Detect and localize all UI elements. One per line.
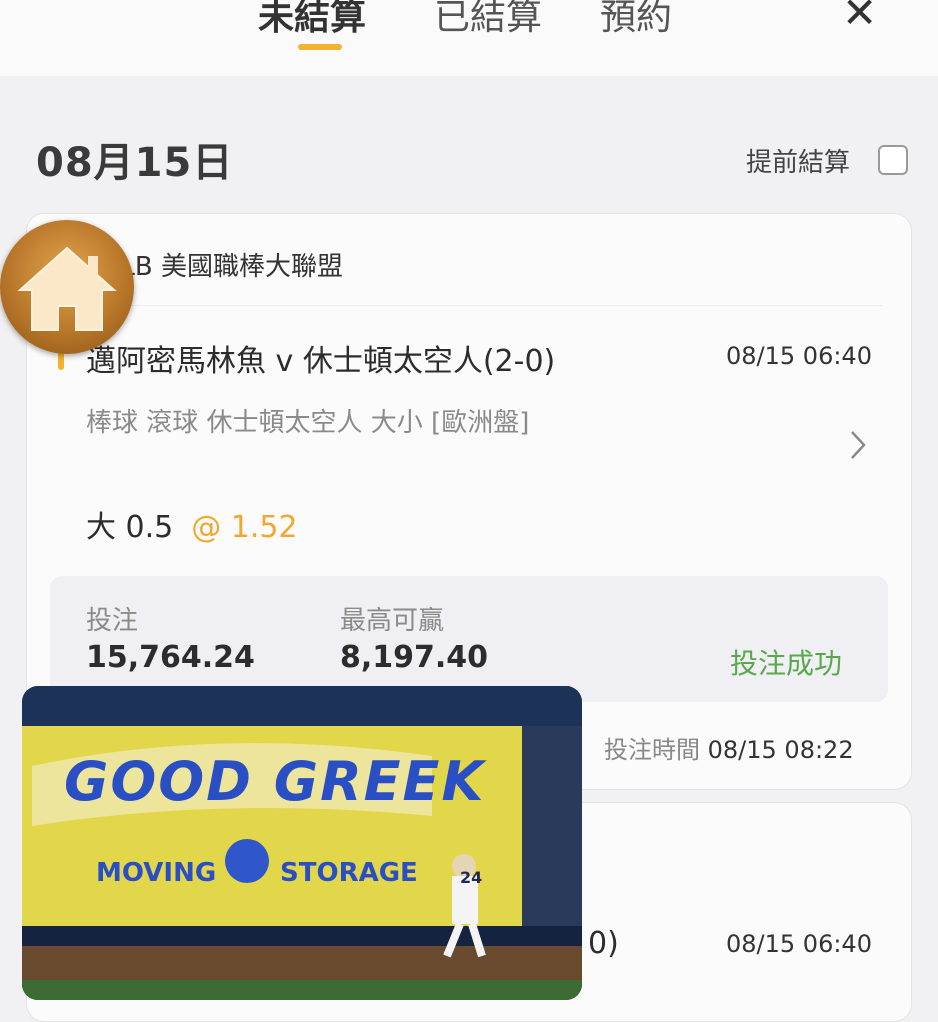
bet-time: 投注時間 08/15 08:22 xyxy=(604,730,854,765)
league-name: MLB 美國職棒大聯盟 xyxy=(98,252,344,282)
bet-time-value: 08/15 08:22 xyxy=(707,736,854,764)
video-banner-left: MOVING xyxy=(96,858,217,888)
stake-amount: 15,764.24 xyxy=(86,640,255,675)
max-win-amount: 8,197.40 xyxy=(340,640,489,675)
close-icon[interactable]: ✕ xyxy=(842,0,877,34)
match-time: 08/15 06:40 xyxy=(726,930,872,958)
bet-summary-panel xyxy=(50,576,888,702)
stake-label: 投注 xyxy=(86,606,139,636)
home-icon xyxy=(17,246,117,331)
tab-reservations[interactable]: 預約 xyxy=(600,0,672,40)
match-title: 邁阿密馬林魚 v 休士頓太空人(2-0) xyxy=(86,344,556,379)
video-banner-title: GOOD GREEK xyxy=(64,750,486,813)
early-settle-checkbox[interactable] xyxy=(878,145,908,175)
date-header: 08月15日 xyxy=(36,140,234,186)
top-tab-bar: 未結算 已結算 預約 ✕ xyxy=(0,0,938,76)
match-title-partial: 0) xyxy=(588,926,619,961)
odds-value: @ 1.52 xyxy=(191,510,298,545)
tab-settled[interactable]: 已結算 xyxy=(434,0,542,40)
video-banner-right: STORAGE xyxy=(280,858,418,888)
video-overlay[interactable] xyxy=(22,686,582,1000)
bet-selection: 大 0.5 @ 1.52 xyxy=(86,502,298,546)
bet-time-label: 投注時間 xyxy=(604,736,700,764)
video-frame xyxy=(22,686,582,1000)
card-divider xyxy=(60,305,882,306)
selection-value: 大 0.5 xyxy=(86,510,174,545)
chevron-right-icon[interactable] xyxy=(848,428,868,471)
active-tab-indicator xyxy=(298,44,342,50)
player-jersey-number: 24 xyxy=(460,868,483,887)
market-description: 棒球 滾球 休士頓太空人 大小 [歐洲盤] xyxy=(86,408,530,438)
tab-unsettled[interactable]: 未結算 xyxy=(258,0,366,40)
early-settle-label: 提前結算 xyxy=(746,148,851,178)
max-win-label: 最高可贏 xyxy=(340,606,445,636)
bet-status: 投注成功 xyxy=(730,647,843,680)
home-button[interactable] xyxy=(0,220,134,354)
match-time: 08/15 06:40 xyxy=(726,342,872,370)
